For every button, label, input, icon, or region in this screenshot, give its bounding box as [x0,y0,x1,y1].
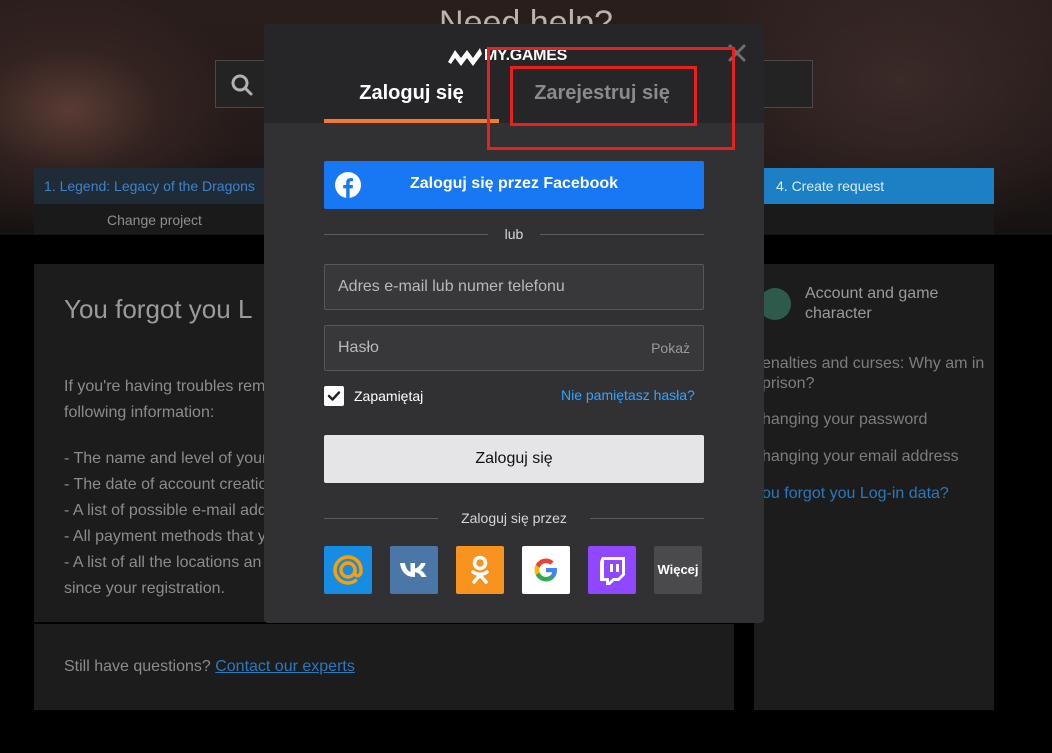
social-login-label: Zaloguj się przez [461,510,567,526]
footer-question: Still have questions? [64,658,211,675]
sidebar-link[interactable]: hanging your email address [762,447,992,467]
mailru-icon [333,555,363,585]
facebook-login-button[interactable]: Zaloguj się przez Facebook [324,161,704,209]
google-login-button[interactable] [522,546,570,594]
remember-me[interactable]: Zapamiętaj [324,386,423,406]
step-1-link[interactable]: 1. Legend: Legacy of the Dragons [44,178,255,194]
email-field[interactable] [324,264,704,310]
remember-label: Zapamiętaj [354,388,424,404]
sidebar-link[interactable]: enalties and curses: Why am in prison? [762,354,992,394]
article-line: - A list of all the locations an [64,554,262,571]
email-input[interactable] [325,265,703,309]
mailru-login-button[interactable] [324,546,372,594]
checkmark-icon [327,391,341,401]
article-line: - The date of account creatio [64,476,268,493]
footer-text: Still have questions? Contact our expert… [64,658,355,676]
active-tab-indicator [324,119,499,123]
more-providers-button[interactable]: Więcej [654,546,702,594]
step-4-label: 4. Create request [776,178,885,194]
page: Need help? 1. Legend: Legacy of the Drag… [0,0,1052,753]
forgot-password-link[interactable]: Nie pamiętasz hasła? [561,387,695,403]
highlight-box-inner [510,66,697,126]
social-divider: Zaloguj się przez [324,508,704,528]
odnoklassniki-icon [471,555,489,584]
twitch-login-button[interactable] [588,546,636,594]
password-field[interactable]: Pokaż [324,325,704,371]
login-submit-button[interactable]: Zaloguj się [324,435,704,483]
article-line: - All payment methods that y [64,528,266,545]
or-divider: lub [324,224,704,244]
password-input[interactable] [325,326,703,370]
contact-experts-link[interactable]: Contact our experts [215,658,355,675]
search-icon [231,74,253,96]
related-articles-sidebar: Account and game character enalties and … [754,264,994,710]
mygames-logo-icon [448,48,482,66]
ok-login-button[interactable] [456,546,504,594]
remember-checkbox[interactable] [324,386,344,406]
article-line: - A list of possible e-mail add [64,502,267,519]
sidebar-link-active[interactable]: ou forgot you Log-in data? [762,484,992,504]
change-project-link[interactable]: Change project [107,212,202,228]
sidebar-link[interactable]: hanging your password [762,410,992,430]
article-footer: Still have questions? Contact our expert… [34,624,734,710]
vk-icon [400,563,427,577]
facebook-login-label: Zaloguj się przez Facebook [409,175,619,192]
article-line: following information: [64,404,215,421]
social-login-row: Więcej [324,546,704,594]
show-password-toggle[interactable]: Pokaż [651,340,690,356]
article-title: You forgot you L [64,294,253,324]
twitch-icon [600,557,625,585]
article-line: If you're having troubles rem [64,378,266,395]
tab-login[interactable]: Zaloguj się [324,80,499,123]
google-icon [534,558,557,582]
vk-login-button[interactable] [390,546,438,594]
tab-login-label: Zaloguj się [359,82,464,104]
article-line: since your registration. [64,580,225,597]
sidebar-title: Account and game character [805,285,939,322]
step-4: 4. Create request [764,168,994,204]
article-line: - The name and level of your [64,450,268,467]
or-label: lub [504,226,524,242]
